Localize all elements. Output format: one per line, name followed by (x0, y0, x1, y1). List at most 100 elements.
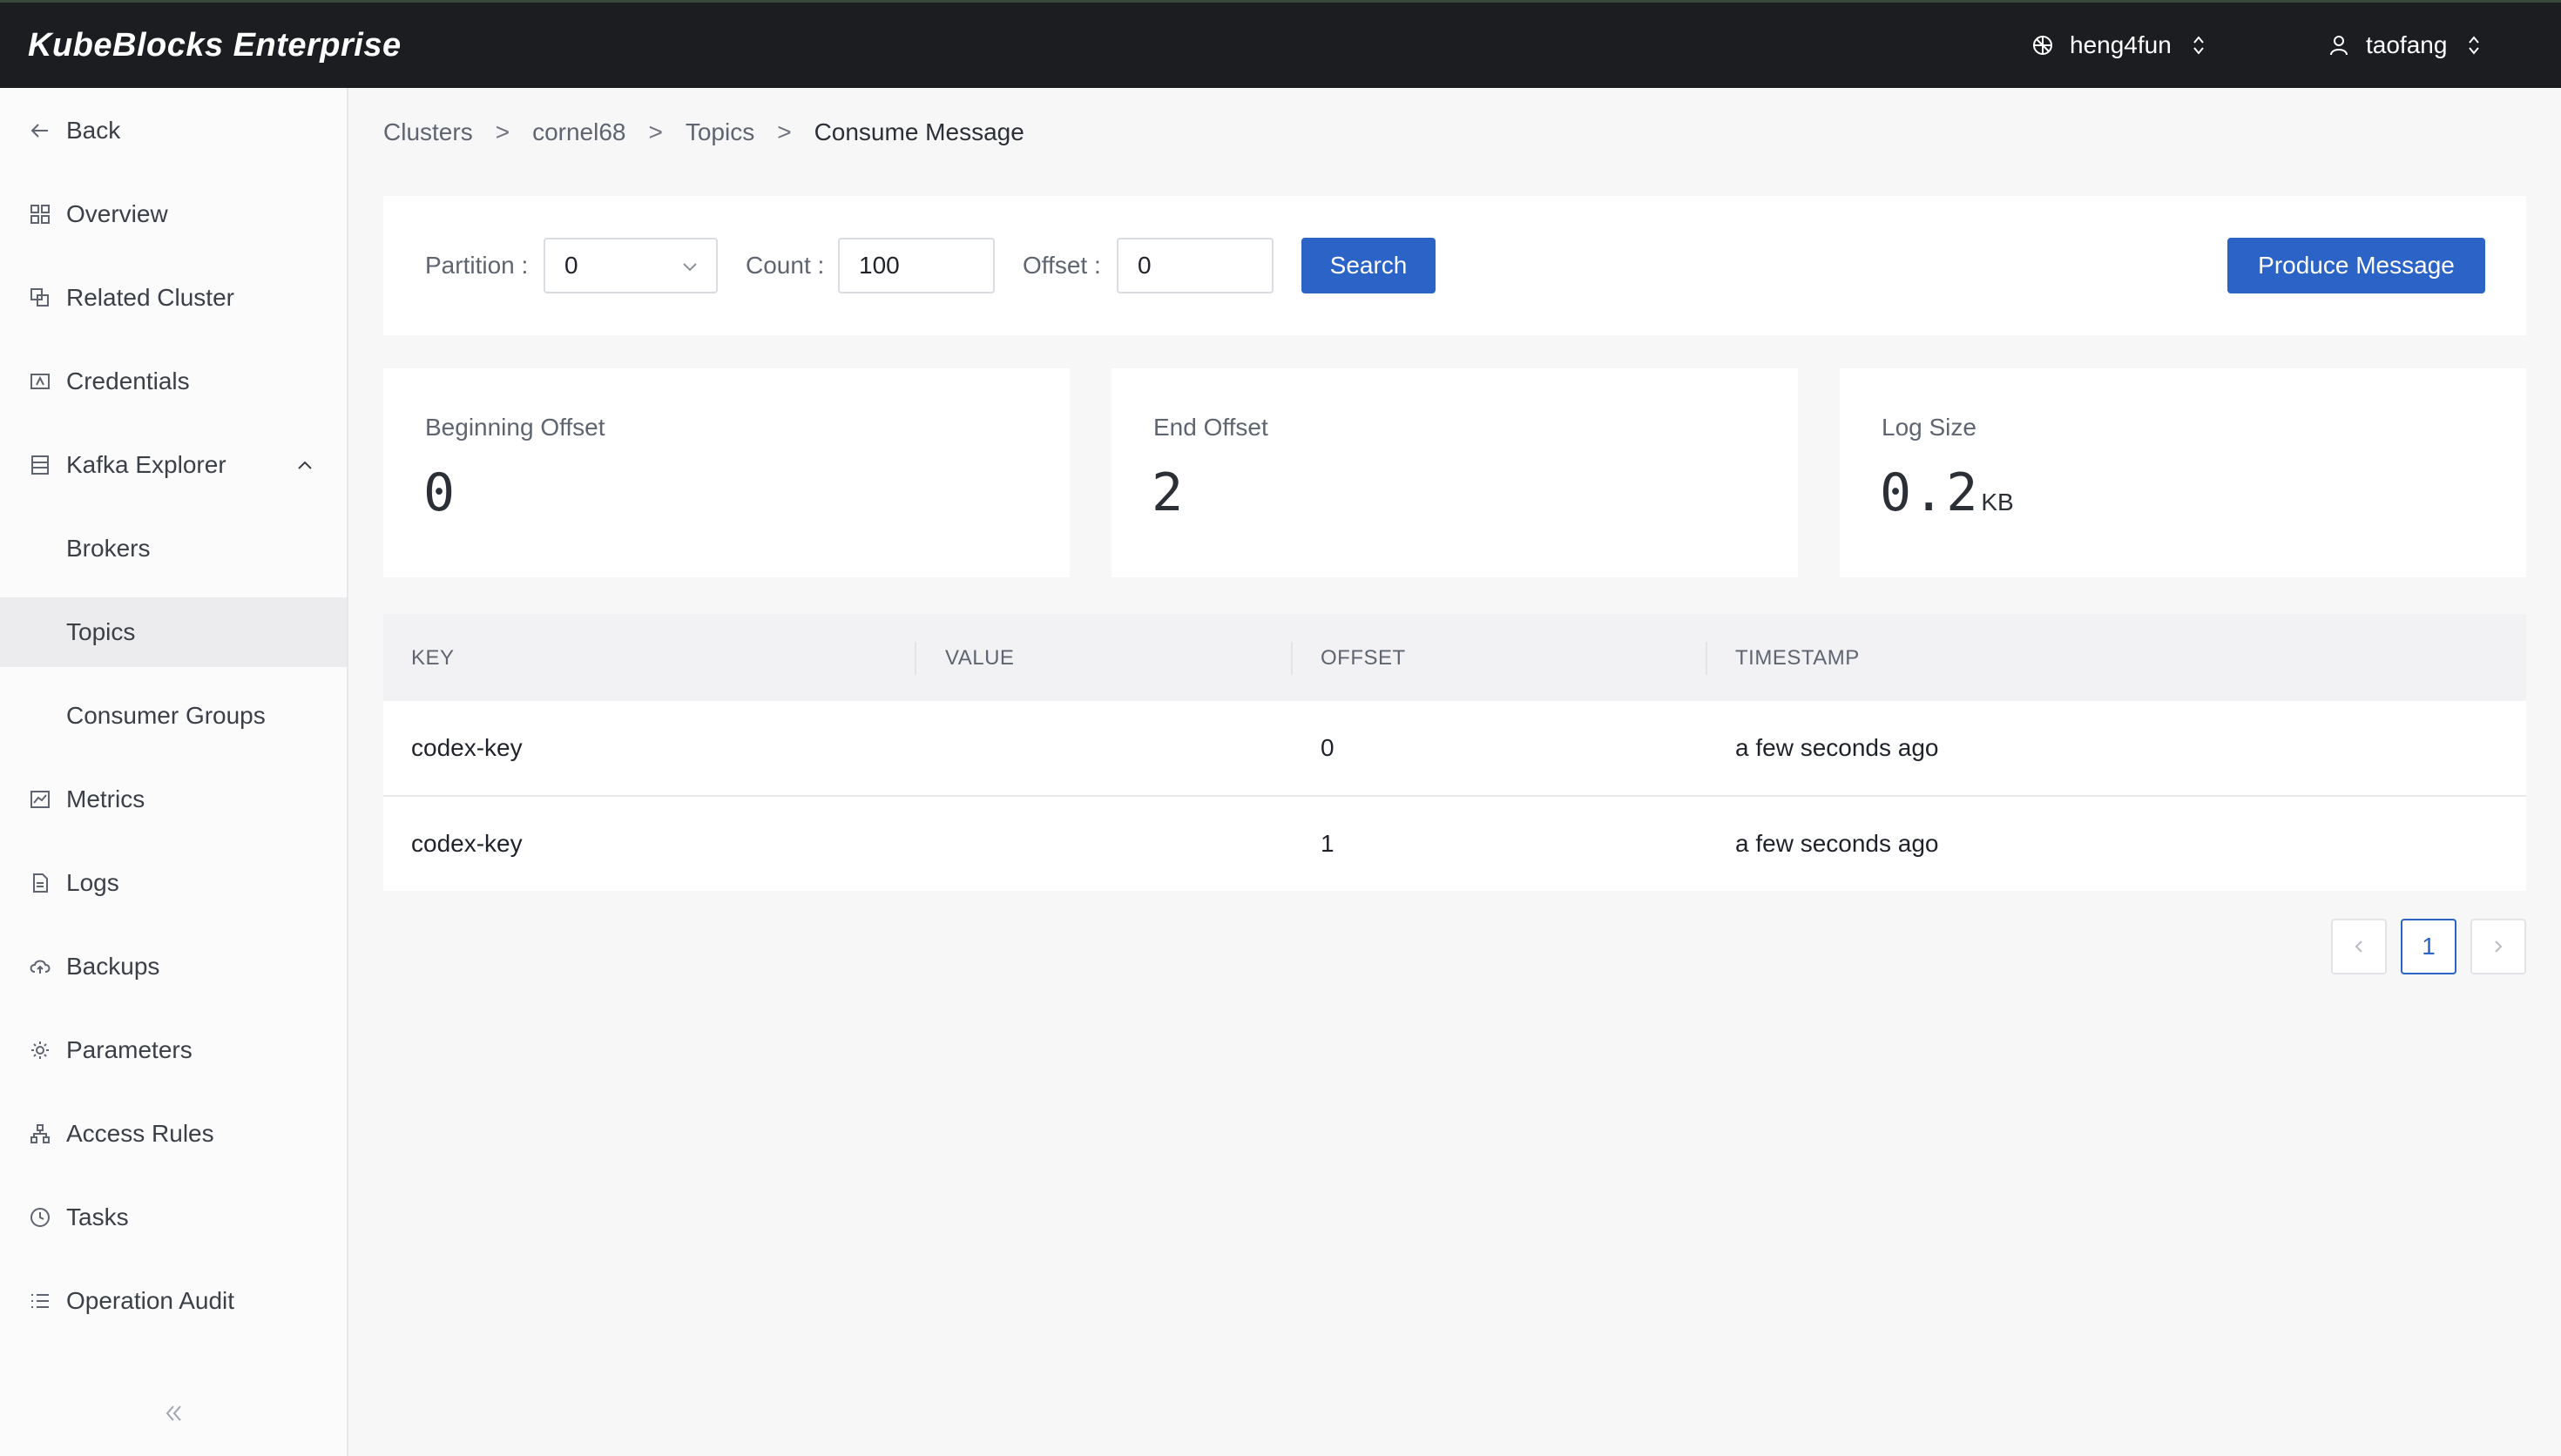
database-icon (28, 453, 52, 477)
back-label: Back (66, 117, 121, 144)
sidebar-item-consumer-groups[interactable]: Consumer Groups (0, 681, 347, 751)
user-menu[interactable]: taofang (2326, 31, 2482, 59)
sidebar-item-label: Backups (66, 953, 160, 980)
sidebar-item-label: Related Cluster (66, 284, 234, 311)
copy-icon (28, 286, 52, 310)
grid-icon (28, 202, 52, 226)
search-button[interactable]: Search (1301, 238, 1436, 293)
sidebar-item-topics[interactable]: Topics (0, 597, 347, 667)
sidebar-item-label: Access Rules (66, 1120, 214, 1147)
column-divider (915, 642, 916, 675)
end-offset-card: End Offset 2 (1112, 368, 1798, 577)
sidebar-item-backups[interactable]: Backups (0, 932, 347, 1001)
partition-select[interactable]: 0 (544, 238, 718, 293)
sidebar-item-label: Kafka Explorer (66, 451, 226, 478)
sidebar-back[interactable]: Back (0, 96, 347, 165)
offset-label: Offset : (1023, 252, 1101, 279)
chevron-right-icon (2495, 940, 2503, 953)
top-bar: KubeBlocks Enterprise heng4fun taofang (0, 0, 2561, 88)
count-value: 100 (859, 252, 900, 279)
brand-logo[interactable]: KubeBlocks Enterprise (28, 27, 402, 64)
user-name: taofang (2366, 31, 2448, 58)
offset-value: 0 (1138, 252, 1152, 279)
table-row[interactable]: codex-key 0 a few seconds ago (383, 701, 2526, 797)
column-header-key[interactable]: KEY (411, 646, 455, 671)
messages-table: KEY VALUE OFFSET TIMESTAMP codex-key 0 a… (383, 614, 2526, 891)
breadcrumb: Clusters > cornel68 > Topics > Consume M… (383, 117, 1024, 148)
prev-page-button[interactable] (2331, 919, 2387, 974)
sidebar-item-label: Operation Audit (66, 1287, 235, 1314)
sidebar-item-credentials[interactable]: Credentials (0, 347, 347, 416)
partition-label: Partition : (425, 252, 529, 279)
partition-value: 0 (564, 252, 578, 279)
offset-input[interactable]: 0 (1117, 238, 1274, 293)
beginning-offset-label: Beginning Offset (425, 414, 605, 441)
breadcrumb-topics[interactable]: Topics (686, 118, 754, 146)
count-input[interactable]: 100 (838, 238, 995, 293)
column-header-offset[interactable]: OFFSET (1321, 646, 1406, 671)
beginning-offset-value: 0 (423, 462, 457, 523)
log-size-card: Log Size 0.2KB (1840, 368, 2526, 577)
id-card-icon (28, 369, 52, 394)
table-header: KEY VALUE OFFSET TIMESTAMP (383, 614, 2526, 701)
column-header-timestamp[interactable]: TIMESTAMP (1735, 646, 1860, 671)
produce-message-button[interactable]: Produce Message (2227, 238, 2485, 293)
user-icon (2326, 32, 2352, 58)
sidebar-item-related-cluster[interactable]: Related Cluster (0, 263, 347, 333)
log-size-value: 0.2KB (1880, 462, 2014, 523)
breadcrumb-separator: > (648, 118, 663, 145)
org-switcher[interactable]: heng4fun (2030, 31, 2206, 59)
sidebar-item-tasks[interactable]: Tasks (0, 1183, 347, 1252)
sidebar-item-label: Tasks (66, 1203, 129, 1230)
breadcrumb-cluster[interactable]: cornel68 (532, 118, 625, 146)
table-row[interactable]: codex-key 1 a few seconds ago (383, 797, 2526, 891)
network-icon (28, 1122, 52, 1146)
clock-icon (28, 1205, 52, 1230)
end-offset-label: End Offset (1153, 414, 1268, 441)
breadcrumb-clusters[interactable]: Clusters (383, 118, 473, 146)
sidebar-item-label: Credentials (66, 367, 190, 394)
chart-icon (28, 787, 52, 812)
sidebar-item-brokers[interactable]: Brokers (0, 514, 347, 583)
app-root: KubeBlocks Enterprise heng4fun taofang B… (0, 0, 2561, 1456)
sidebar-item-label: Overview (66, 200, 168, 227)
cloud-upload-icon (28, 954, 52, 979)
sidebar-item-operation-audit[interactable]: Operation Audit (0, 1266, 347, 1336)
breadcrumb-separator: > (777, 118, 792, 145)
count-label: Count : (746, 252, 825, 279)
sidebar-item-access-rules[interactable]: Access Rules (0, 1099, 347, 1169)
sidebar-item-label: Consumer Groups (66, 702, 266, 729)
sidebar-item-label: Parameters (66, 1036, 193, 1063)
gear-icon (28, 1038, 52, 1062)
sidebar-item-kafka-explorer[interactable]: Kafka Explorer (0, 430, 347, 500)
next-page-button[interactable] (2470, 919, 2526, 974)
cell-timestamp: a few seconds ago (1735, 734, 1939, 761)
org-icon (2030, 32, 2056, 58)
sidebar: Back Overview Related Cluster Credential… (0, 88, 348, 1456)
sidebar-item-logs[interactable]: Logs (0, 848, 347, 918)
cell-offset: 0 (1321, 734, 1335, 761)
updown-icon (2191, 32, 2206, 58)
beginning-offset-card: Beginning Offset 0 (383, 368, 1070, 577)
chevron-up-icon (293, 453, 317, 477)
cell-key: codex-key (411, 734, 523, 761)
cell-timestamp: a few seconds ago (1735, 830, 1939, 857)
collapse-sidebar-icon[interactable] (160, 1400, 186, 1426)
chevron-left-icon (2355, 940, 2362, 953)
page-button-current[interactable]: 1 (2401, 919, 2456, 974)
arrow-left-icon (28, 118, 52, 143)
breadcrumb-separator: > (495, 118, 510, 145)
breadcrumb-current: Consume Message (814, 118, 1024, 145)
org-name: heng4fun (2070, 31, 2172, 58)
sidebar-item-overview[interactable]: Overview (0, 179, 347, 249)
column-header-value[interactable]: VALUE (945, 646, 1014, 671)
column-divider (1291, 642, 1293, 675)
sidebar-item-metrics[interactable]: Metrics (0, 765, 347, 834)
sidebar-item-label: Logs (66, 869, 119, 896)
sidebar-item-label: Topics (66, 618, 136, 645)
log-size-number: 0.2 (1880, 462, 1980, 523)
sidebar-item-parameters[interactable]: Parameters (0, 1015, 347, 1085)
log-size-label: Log Size (1882, 414, 1976, 441)
chevron-down-icon (679, 255, 700, 276)
cell-key: codex-key (411, 830, 523, 857)
